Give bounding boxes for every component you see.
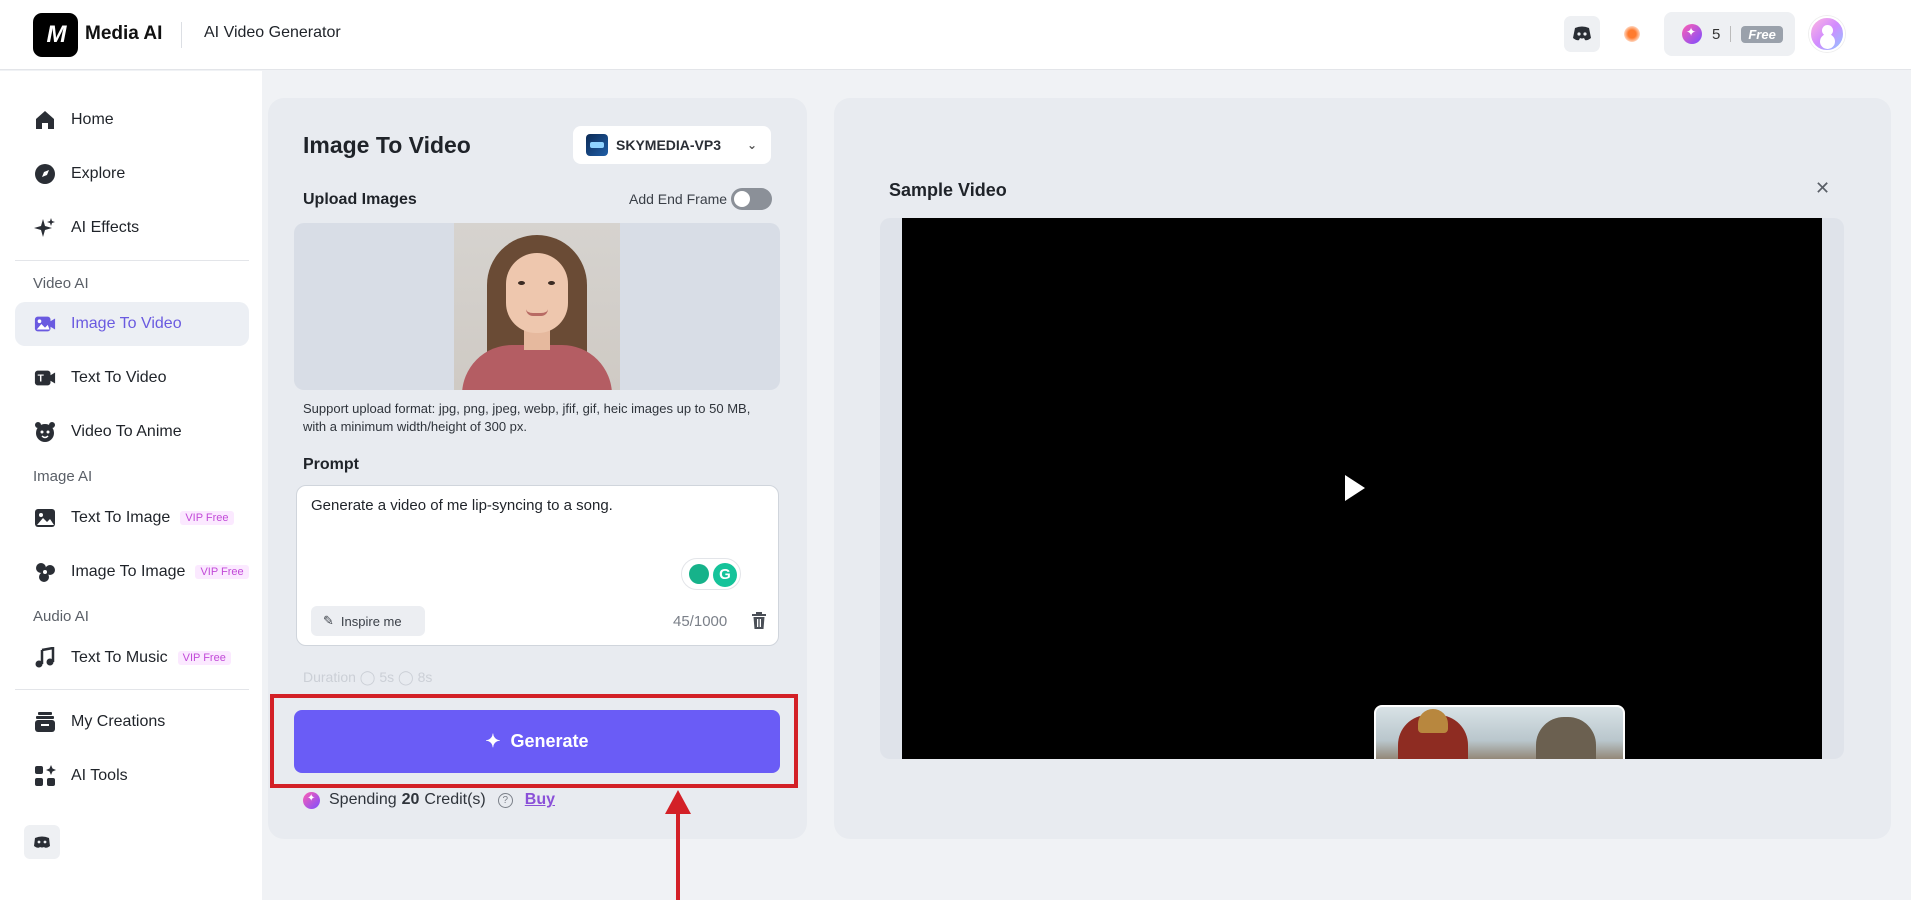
end-frame-toggle[interactable]: [731, 188, 772, 210]
notification-dot[interactable]: [1624, 26, 1640, 42]
sidebar-item-text-to-music[interactable]: Text To Music VIP Free: [15, 636, 249, 680]
top-header: M Media AI AI Video Generator 5 Free: [0, 0, 1911, 70]
sidebar-item-text-to-video[interactable]: T Text To Video: [15, 356, 249, 400]
stack-icon: [34, 711, 56, 733]
support-format-text: Support upload format: jpg, png, jpeg, w…: [303, 401, 751, 434]
upload-label: Upload Images: [303, 191, 417, 208]
sidebar-item-video-to-anime[interactable]: Video To Anime: [15, 410, 249, 454]
discord-button[interactable]: [1564, 16, 1600, 52]
discord-icon: [1573, 26, 1591, 41]
play-icon[interactable]: [1345, 475, 1365, 501]
text-image-icon: [34, 507, 56, 529]
buy-link[interactable]: Buy: [525, 791, 555, 809]
vip-free-badge: VIP Free: [195, 565, 249, 579]
bot-icon: [34, 836, 50, 848]
sidebar-item-ai-effects[interactable]: AI Effects: [15, 206, 249, 250]
vip-free-badge: VIP Free: [177, 651, 231, 665]
app-logo[interactable]: M: [33, 13, 78, 57]
sidebar-item-label: My Creations: [71, 713, 166, 730]
trash-icon[interactable]: [750, 611, 768, 631]
video-thumbnail: [1374, 705, 1625, 759]
sidebar-item-image-to-image[interactable]: Image To Image VIP Free: [15, 550, 249, 594]
sidebar-divider: [15, 689, 249, 690]
bot-button[interactable]: [24, 825, 60, 859]
sidebar-item-label: AI Effects: [71, 219, 140, 236]
music-icon: [34, 647, 56, 669]
credit-gem-icon: [303, 791, 320, 809]
annotation-arrow-head: [665, 790, 691, 814]
sidebar-item-explore[interactable]: Explore: [15, 152, 249, 196]
model-logo-icon: [586, 134, 608, 156]
duration-row: Duration ◯ 5s ◯ 8s: [303, 669, 433, 685]
upload-area[interactable]: [294, 223, 780, 390]
section-label-audio: Audio AI: [33, 608, 89, 625]
section-label-image: Image AI: [33, 468, 93, 485]
sidebar-item-my-creations[interactable]: My Creations: [15, 700, 249, 744]
end-frame-label: Add End Frame: [629, 191, 728, 207]
inspire-me-button[interactable]: ✎ Inspire me: [311, 606, 425, 636]
image-video-icon: [34, 313, 56, 335]
page-title: AI Video Generator: [204, 24, 341, 41]
sample-video-title: Sample Video: [889, 180, 1007, 200]
uploaded-image: [454, 223, 620, 390]
svg-text:T: T: [38, 374, 45, 385]
prompt-input[interactable]: Generate a video of me lip-syncing to a …: [296, 485, 779, 646]
sidebar-item-home[interactable]: Home: [15, 98, 249, 142]
model-name: SKYMEDIA-VP3: [616, 137, 722, 153]
model-select[interactable]: SKYMEDIA-VP3 ⌄: [573, 126, 771, 164]
image-image-icon: [34, 561, 56, 583]
grammarly-icon: G: [713, 563, 737, 587]
brand-name: Media AI: [85, 23, 163, 44]
sidebar-item-label: AI Tools: [71, 767, 128, 784]
prompt-text[interactable]: Generate a video of me lip-syncing to a …: [311, 497, 613, 514]
sample-video-panel: Sample Video ✕: [834, 98, 1891, 839]
sample-video-player[interactable]: [902, 218, 1822, 759]
sidebar-item-label: Video To Anime: [71, 423, 182, 440]
help-icon[interactable]: ?: [497, 792, 513, 808]
chevron-down-icon: ⌄: [746, 138, 757, 152]
header-divider: [181, 22, 182, 48]
sidebar-item-image-to-video[interactable]: Image To Video: [15, 302, 249, 346]
grammarly-widget[interactable]: G: [681, 558, 741, 590]
text-video-icon: T: [34, 367, 56, 389]
sidebar-item-text-to-image[interactable]: Text To Image VIP Free: [15, 496, 249, 540]
sidebar-item-ai-tools[interactable]: AI Tools: [15, 754, 249, 798]
sidebar-item-label: Text To Music: [71, 649, 168, 666]
spend-suffix: Credit(s): [424, 791, 486, 808]
annotation-highlight-box: [270, 694, 798, 788]
compass-icon: [34, 163, 56, 185]
sidebar-item-label: Image To Video: [71, 315, 182, 332]
credits-button[interactable]: 5 Free: [1664, 12, 1795, 56]
sidebar: Home Explore AI Effects Video AI Image T…: [0, 71, 262, 900]
credit-count: 5: [1712, 25, 1721, 43]
sidebar-divider: [15, 260, 249, 261]
prompt-label: Prompt: [303, 456, 359, 473]
spend-prefix: Spending: [329, 791, 397, 808]
avatar[interactable]: [1809, 16, 1845, 52]
sidebar-item-label: Text To Video: [71, 369, 167, 386]
bulb-icon: [689, 564, 709, 584]
credit-gem-icon: [1682, 24, 1702, 44]
sidebar-item-label: Text To Image: [71, 509, 171, 526]
home-icon: [34, 109, 56, 131]
spending-info: Spending 20 Credit(s) ? Buy: [303, 791, 555, 809]
sidebar-item-label: Image To Image: [71, 563, 186, 580]
annotation-arrow-shaft: [676, 812, 680, 900]
close-icon[interactable]: ✕: [1815, 178, 1830, 199]
anime-icon: [34, 421, 56, 443]
spend-amount: 20: [401, 791, 420, 808]
panel-title: Image To Video: [303, 132, 471, 158]
magic-wand-icon: ✎: [323, 613, 334, 628]
tools-icon: [34, 765, 56, 787]
sparkles-icon: [34, 217, 56, 239]
credit-separator: [1730, 26, 1732, 42]
sidebar-item-label: Explore: [71, 165, 126, 182]
vip-free-badge: VIP Free: [180, 511, 234, 525]
char-count: 45/1000: [673, 613, 728, 630]
sidebar-item-label: Home: [71, 111, 114, 128]
plan-badge: Free: [1741, 25, 1783, 43]
inspire-label: Inspire me: [340, 613, 402, 629]
section-label-video: Video AI: [33, 275, 89, 292]
